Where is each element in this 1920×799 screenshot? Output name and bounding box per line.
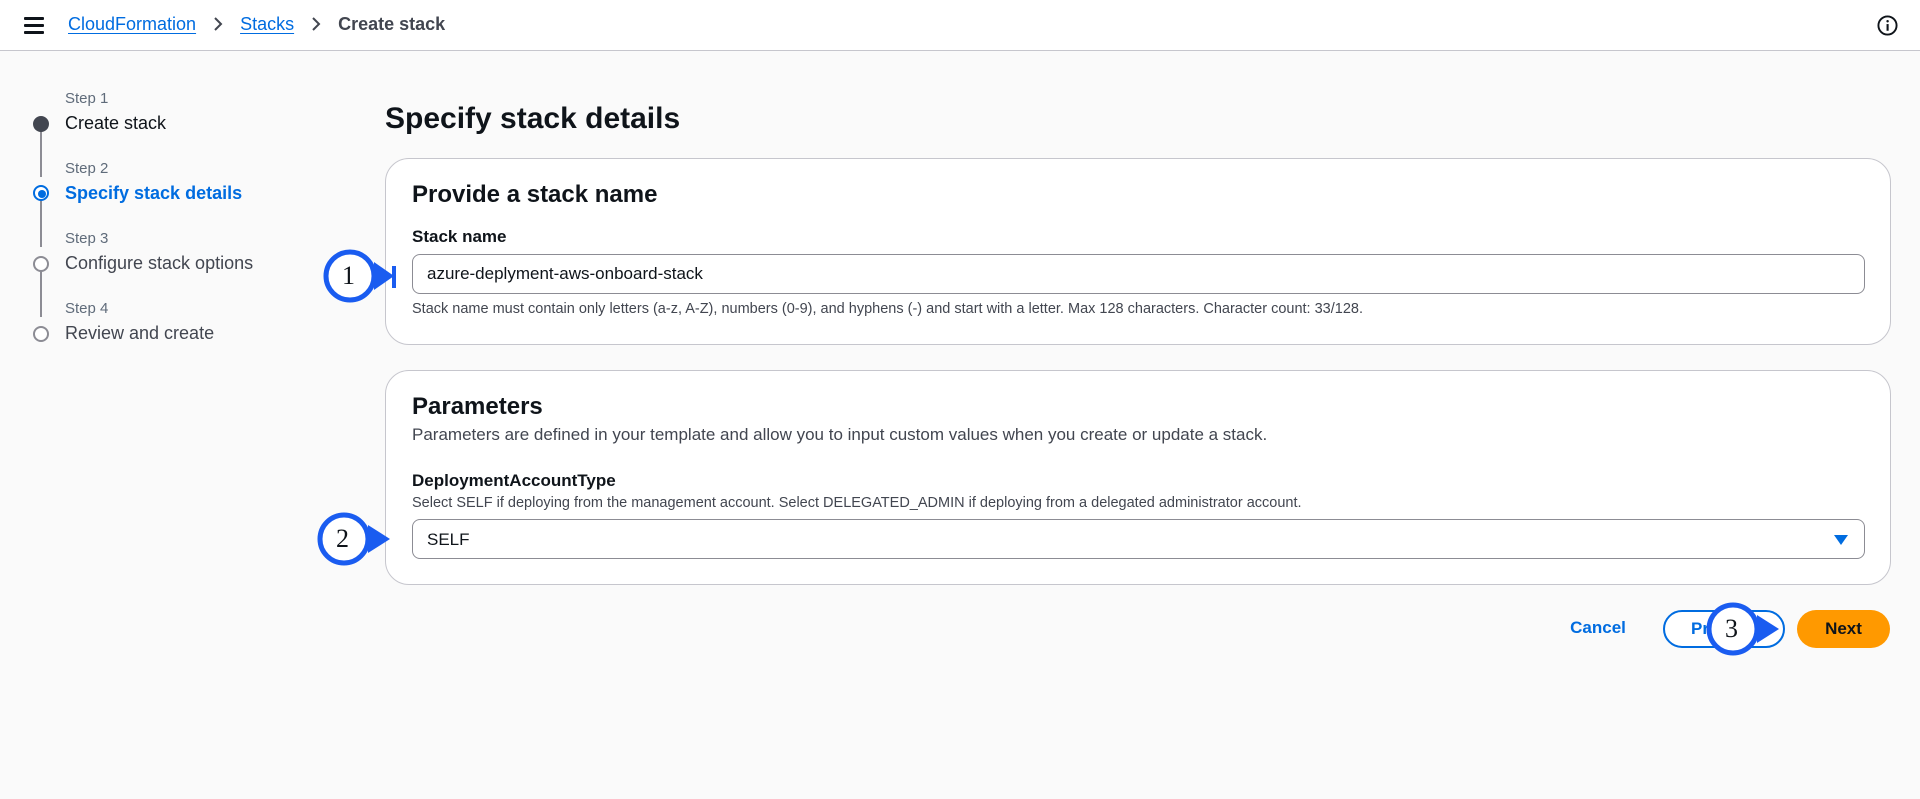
page-title: Specify stack details	[385, 102, 681, 135]
annotation-number: 1	[342, 261, 355, 290]
step-title[interactable]: Create stack	[65, 113, 166, 134]
step-current-icon	[33, 185, 49, 201]
annotation-marker-1: 1	[322, 247, 414, 305]
breadcrumb: CloudFormation Stacks Create stack	[68, 13, 445, 35]
panel-heading: Provide a stack name	[412, 181, 658, 208]
step-title: Specify stack details	[65, 183, 243, 203]
step-complete-icon	[33, 116, 49, 132]
breadcrumb-current: Create stack	[338, 13, 446, 34]
caret-down-icon	[1834, 535, 1848, 545]
annotation-circle-arrow	[1706, 602, 1779, 656]
deployment-account-type-help: Select SELF if deploying from the manage…	[412, 495, 1302, 511]
breadcrumb-stacks[interactable]: Stacks	[240, 14, 294, 35]
breadcrumb-cloudformation[interactable]: CloudFormation	[68, 14, 196, 35]
annotation-marker-2: 2	[316, 510, 408, 568]
select-value: SELF	[427, 530, 470, 549]
stack-name-input[interactable]	[412, 254, 1865, 294]
annotation-circle-arrow	[323, 249, 396, 303]
stack-name-help: Stack name must contain only letters (a-…	[412, 301, 1363, 317]
step-number: Step 4	[65, 300, 109, 317]
chevron-right-icon	[312, 17, 321, 31]
step-pending-icon	[33, 256, 49, 272]
step-title: Configure stack options	[65, 253, 254, 273]
chevron-right-icon	[214, 17, 223, 31]
annotation-marker-3: 3	[1705, 600, 1797, 658]
panel-heading: Parameters	[412, 393, 543, 420]
annotation-number: 3	[1725, 614, 1738, 643]
step-number: Step 3	[65, 230, 109, 247]
next-button[interactable]: Next	[1797, 610, 1890, 648]
deployment-account-type-select[interactable]: SELF	[412, 519, 1865, 559]
parameters-panel: Parameters Parameters are defined in you…	[385, 370, 1891, 585]
step-number: Step 2	[65, 160, 109, 177]
stack-name-panel: Provide a stack name Stack name Stack na…	[385, 158, 1891, 345]
cancel-button[interactable]: Cancel	[1551, 608, 1645, 648]
info-icon[interactable]	[1877, 15, 1898, 36]
annotation-number: 2	[336, 524, 349, 553]
top-navigation-bar: CloudFormation Stacks Create stack	[0, 0, 1920, 51]
annotation-circle-arrow	[317, 512, 390, 566]
menu-icon[interactable]	[24, 17, 44, 34]
parameters-description: Parameters are defined in your template …	[412, 425, 1268, 444]
stack-name-label: Stack name	[412, 227, 507, 246]
deployment-account-type-label: DeploymentAccountType	[412, 471, 616, 490]
step-pending-icon	[33, 326, 49, 342]
step-number: Step 1	[65, 90, 109, 107]
step-title: Review and create	[65, 323, 215, 343]
